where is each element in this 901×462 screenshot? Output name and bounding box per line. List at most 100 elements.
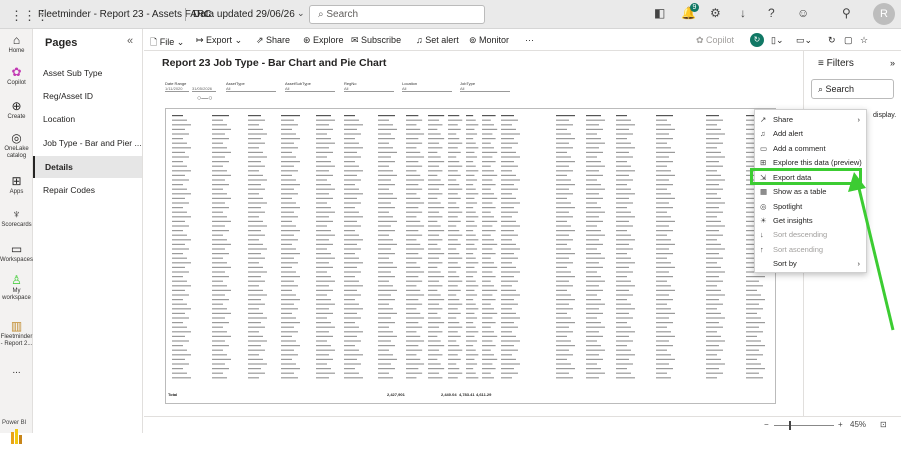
table-cell bbox=[248, 312, 263, 314]
rail-onelake-catalog[interactable]: ◎ OneLake catalog bbox=[0, 131, 33, 160]
page-asset-sub-type[interactable]: Asset Sub Type bbox=[33, 62, 142, 84]
table-cell bbox=[344, 161, 355, 163]
set-alert-button[interactable]: ♫ Set alert bbox=[416, 35, 459, 45]
table-cell bbox=[428, 202, 441, 204]
zoom-slider[interactable] bbox=[774, 425, 834, 426]
table-cell bbox=[616, 322, 627, 324]
table-cell bbox=[212, 280, 223, 282]
table-cell bbox=[482, 345, 496, 347]
chevron-down-icon[interactable]: ⌄ bbox=[297, 8, 305, 19]
rail-apps[interactable]: ⊞ Apps bbox=[0, 174, 33, 196]
monitor-button[interactable]: ⊚ Monitor bbox=[469, 35, 509, 46]
share-button[interactable]: ⇗ Share bbox=[256, 35, 290, 46]
feedback-icon[interactable]: ☺ bbox=[797, 6, 809, 20]
page-repair-codes[interactable]: Repair Codes bbox=[33, 179, 142, 201]
table-cell bbox=[172, 372, 187, 374]
zoom-slider-thumb[interactable] bbox=[789, 421, 791, 430]
table-cell bbox=[248, 363, 267, 365]
table-cell bbox=[344, 128, 357, 130]
menu-item-add-comment[interactable]: ▭ Add a comment bbox=[755, 142, 866, 156]
settings-icon[interactable]: ⚙ bbox=[710, 6, 721, 20]
details-table[interactable] bbox=[165, 108, 776, 404]
table-cell bbox=[586, 216, 599, 218]
menu-item-add-alert[interactable]: ♫ Add alert bbox=[755, 127, 866, 141]
table-cell bbox=[172, 165, 187, 167]
search-input[interactable]: ⌕ Search bbox=[309, 5, 485, 24]
teams-icon[interactable]: ↻ bbox=[750, 33, 764, 47]
rail-home[interactable]: ⌂ Home bbox=[0, 33, 33, 55]
share-link-icon[interactable]: ⚲ bbox=[842, 6, 851, 20]
favorite-icon[interactable]: ☆ bbox=[860, 35, 868, 46]
view-icon[interactable]: ▭⌄ bbox=[796, 35, 812, 46]
collapse-pages-button[interactable]: « bbox=[127, 35, 133, 47]
rail-copilot[interactable]: ✿ Copilot bbox=[0, 65, 33, 87]
table-cell bbox=[466, 322, 474, 324]
filter-search-input[interactable]: ⌕ Search bbox=[811, 79, 894, 99]
table-cell bbox=[586, 331, 599, 333]
zoom-out-button[interactable]: − bbox=[764, 420, 769, 429]
table-cell bbox=[428, 225, 441, 227]
slicer-regno-dropdown[interactable]: All bbox=[344, 86, 394, 92]
table-cell bbox=[344, 197, 357, 199]
bookmark-icon[interactable]: ▯⌄ bbox=[771, 35, 784, 46]
table-cell bbox=[428, 266, 438, 268]
table-cell bbox=[172, 326, 187, 328]
table-cell bbox=[172, 331, 191, 333]
rail-more[interactable]: ... bbox=[0, 366, 33, 376]
slicer-jobtype-dropdown[interactable]: All bbox=[460, 86, 510, 92]
table-cell bbox=[248, 377, 259, 379]
slicer-assettype-dropdown[interactable]: All bbox=[226, 86, 276, 92]
rail-workspaces[interactable]: ▭ Workspaces bbox=[0, 242, 33, 264]
page-reg-asset-id[interactable]: Reg/Asset ID bbox=[33, 85, 142, 107]
table-cell bbox=[706, 340, 725, 342]
table-cell bbox=[586, 280, 605, 282]
table-cell bbox=[378, 294, 391, 296]
table-cell bbox=[212, 308, 227, 310]
table-cell bbox=[616, 124, 635, 126]
page-details[interactable]: Details bbox=[33, 156, 142, 178]
table-cell bbox=[248, 115, 261, 117]
export-menu[interactable]: ↦ Export ⌄ bbox=[196, 35, 242, 46]
slicer-location-dropdown[interactable]: All bbox=[402, 86, 452, 92]
rail-my-workspace[interactable]: ♙ My workspace bbox=[0, 273, 33, 302]
date-slider[interactable]: ○—○ bbox=[197, 95, 212, 102]
date-to-input[interactable]: 31/05/2026 bbox=[192, 86, 216, 92]
table-cell bbox=[466, 276, 474, 278]
table-cell bbox=[248, 124, 259, 126]
date-from-input[interactable]: 1/11/2020 bbox=[165, 86, 189, 92]
slicer-assetsubtype-dropdown[interactable]: All bbox=[285, 86, 335, 92]
table-cell bbox=[706, 184, 719, 186]
collapse-filters-button[interactable]: » bbox=[890, 58, 895, 68]
fit-page-icon[interactable]: ⊡ bbox=[880, 420, 887, 429]
explore-button[interactable]: ⊛ Explore bbox=[303, 35, 344, 46]
table-cell bbox=[448, 349, 463, 351]
table-cell bbox=[616, 147, 635, 149]
rail-create[interactable]: ⊕ Create bbox=[0, 99, 33, 121]
view-mode-icon[interactable]: ◧ bbox=[654, 6, 665, 20]
download-icon[interactable]: ↓ bbox=[740, 6, 746, 20]
table-cell bbox=[316, 257, 335, 259]
zoom-in-button[interactable]: + bbox=[838, 420, 843, 429]
table-cell bbox=[501, 322, 514, 324]
subscribe-button[interactable]: ✉ Subscribe bbox=[351, 35, 401, 46]
page-location[interactable]: Location bbox=[33, 108, 142, 130]
table-cell bbox=[586, 253, 601, 255]
menu-item-share[interactable]: ↗ Share › bbox=[755, 113, 866, 127]
help-icon[interactable]: ? bbox=[768, 6, 775, 20]
table-cell bbox=[746, 322, 765, 324]
more-options-button[interactable]: ··· bbox=[525, 35, 534, 45]
comment-icon[interactable]: ▢ bbox=[844, 35, 853, 46]
table-cell bbox=[616, 234, 631, 236]
page-job-type[interactable]: Job Type - Bar and Pier ... bbox=[33, 132, 142, 154]
table-cell bbox=[428, 179, 441, 181]
copilot-button[interactable]: ✿ Copilot bbox=[696, 35, 734, 46]
refresh-icon[interactable]: ↻ bbox=[828, 35, 836, 46]
table-cell bbox=[172, 128, 185, 130]
rail-fleetminder-report[interactable]: ▥ Fleetminder - Report 2... bbox=[0, 319, 33, 348]
rail-scorecards[interactable]: ♆ Scorecards bbox=[0, 207, 33, 229]
data-updated-dropdown[interactable]: Data updated 29/06/26 bbox=[193, 9, 295, 20]
zoom-level[interactable]: 45% bbox=[850, 420, 866, 429]
avatar[interactable]: R bbox=[873, 3, 895, 25]
table-cell bbox=[656, 119, 667, 121]
file-menu[interactable]: 🗋 File ⌄ bbox=[150, 35, 184, 51]
